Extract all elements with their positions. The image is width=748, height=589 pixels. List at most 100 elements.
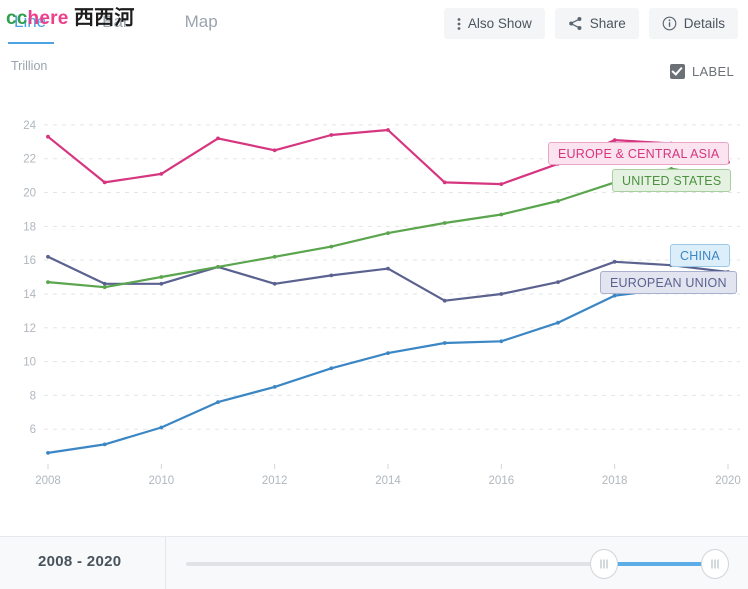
tab-line[interactable]: Line	[7, 8, 55, 44]
series-data-point[interactable]	[386, 128, 390, 132]
details-button[interactable]: Details	[648, 8, 738, 39]
y-axis-tick-label: 8	[30, 390, 36, 402]
x-axis-tick-label: 2008	[35, 475, 61, 487]
series-data-point[interactable]	[442, 341, 447, 345]
info-circle-icon	[662, 16, 677, 31]
footer-divider	[165, 537, 166, 589]
series-data-point[interactable]	[612, 293, 617, 298]
y-axis-tick-label: 16	[23, 255, 36, 267]
x-axis-tick-label: 2016	[489, 475, 515, 487]
tab-map[interactable]: Map	[183, 8, 220, 44]
label-checkbox-group[interactable]: LABEL	[670, 64, 734, 79]
series-data-point[interactable]	[386, 231, 390, 236]
series-data-point[interactable]	[499, 292, 504, 296]
year-range-slider[interactable]	[186, 549, 730, 579]
label-checkbox-text: LABEL	[692, 64, 734, 79]
series-data-point[interactable]	[556, 199, 560, 203]
grip-icon	[711, 559, 719, 569]
series-badge-europe-central-asia-label: EUROPE & CENTRAL ASIA	[558, 146, 720, 161]
y-axis-tick-label: 12	[23, 323, 36, 335]
series-data-point[interactable]	[329, 133, 334, 137]
series-data-point[interactable]	[556, 320, 560, 325]
series-badge-china[interactable]: CHINA	[670, 244, 730, 267]
x-axis-tick-label: 2014	[375, 475, 401, 487]
y-axis-tick-label: 22	[23, 154, 36, 166]
x-axis-tick-label: 2018	[602, 475, 628, 487]
series-line[interactable]	[46, 281, 730, 454]
series-data-point[interactable]	[386, 266, 390, 271]
series-data-point[interactable]	[46, 451, 50, 455]
series-badge-european-union[interactable]: EUROPEAN UNION	[600, 271, 737, 294]
tab-map-label: Map	[184, 12, 218, 31]
series-data-point[interactable]	[329, 366, 334, 371]
series-data-point[interactable]	[612, 259, 617, 264]
series-badge-united-states[interactable]: UNITED STATES	[612, 169, 732, 192]
tab-bar-label: Bar	[102, 12, 129, 31]
range-start-handle[interactable]	[589, 549, 618, 579]
x-axis-tick-label: 2012	[262, 475, 288, 487]
y-axis-tick-label: 20	[23, 188, 36, 200]
series-data-point[interactable]	[272, 385, 277, 389]
series-data-point[interactable]	[46, 134, 50, 139]
y-axis-tick-label: 14	[23, 289, 36, 301]
tab-bar-chart[interactable]: Bar	[100, 8, 130, 44]
chart-plot-area: 6 8 10 12 14 16 18 20 22 24 2008 2010 2012 2014 2016 2…	[0, 88, 748, 488]
tab-line-label: Line	[14, 12, 47, 31]
y-axis-tick-label: 6	[30, 424, 36, 436]
series-data-point[interactable]	[46, 280, 50, 284]
y-axis-ticks: 6 8 10 12 14 16 18 20 22 24	[23, 120, 36, 436]
series-data-point[interactable]	[216, 136, 220, 141]
share-icon	[568, 16, 583, 31]
vertical-dots-icon	[457, 17, 461, 31]
details-label: Details	[683, 16, 725, 31]
y-axis-tick-label: 18	[23, 221, 36, 233]
series-badge-china-label: CHINA	[680, 248, 720, 263]
series-data-point[interactable]	[329, 244, 334, 249]
series-data-point[interactable]	[102, 442, 107, 447]
series-data-point[interactable]	[216, 400, 220, 404]
series-data-point[interactable]	[159, 425, 164, 430]
series-data-point[interactable]	[556, 280, 560, 284]
range-end-handle[interactable]	[701, 549, 730, 579]
footer: 2008 - 2020	[0, 536, 748, 589]
series-data-point[interactable]	[159, 281, 164, 286]
series-data-point[interactable]	[272, 148, 277, 153]
series-data-point[interactable]	[102, 180, 107, 185]
series-data-point[interactable]	[386, 351, 390, 355]
series-data-point[interactable]	[272, 254, 277, 259]
x-axis-tick-label: 2020	[715, 475, 741, 487]
series-data-point[interactable]	[499, 212, 504, 217]
series-data-point[interactable]	[499, 182, 504, 186]
share-button[interactable]: Share	[554, 8, 639, 39]
series-data-point[interactable]	[102, 285, 107, 290]
series-badge-european-union-label: EUROPEAN UNION	[610, 275, 727, 290]
series-data-point[interactable]	[46, 254, 50, 259]
series-data-point[interactable]	[159, 275, 164, 279]
also-show-button[interactable]: Also Show	[443, 8, 545, 39]
y-axis-tick-label: 24	[23, 120, 36, 132]
share-label: Share	[589, 16, 626, 31]
series-badge-united-states-label: UNITED STATES	[622, 173, 722, 188]
also-show-label: Also Show	[467, 16, 532, 31]
series-data-point[interactable]	[216, 265, 220, 269]
series-badge-europe-central-asia[interactable]: EUROPE & CENTRAL ASIA	[548, 142, 730, 165]
x-axis-tick-label: 2010	[149, 475, 175, 487]
x-axis-ticks: 2008 2010 2012 2014 2016 2018 2020	[35, 464, 741, 487]
chart-app: cchere 西西河 Line Bar Map Also Show Share …	[0, 0, 748, 589]
series-data-point[interactable]	[442, 298, 447, 303]
series-data-point[interactable]	[442, 221, 447, 225]
series-data-point[interactable]	[272, 281, 277, 286]
series-data-point[interactable]	[329, 273, 334, 278]
series-data-point[interactable]	[159, 172, 164, 176]
range-label: 2008 - 2020	[38, 553, 122, 570]
tab-bar: Line Bar Map	[7, 8, 272, 44]
grip-icon	[600, 559, 608, 569]
header-actions: Also Show Share Details	[443, 8, 738, 39]
series-data-point[interactable]	[102, 281, 107, 286]
series-data-point[interactable]	[442, 180, 447, 185]
header: Line Bar Map Also Show Share Details	[0, 0, 748, 47]
label-checkbox[interactable]	[670, 64, 686, 79]
y-axis-tick-label: 10	[23, 357, 36, 369]
series-data-point[interactable]	[499, 339, 504, 344]
unit-label: Trillion	[11, 59, 48, 73]
